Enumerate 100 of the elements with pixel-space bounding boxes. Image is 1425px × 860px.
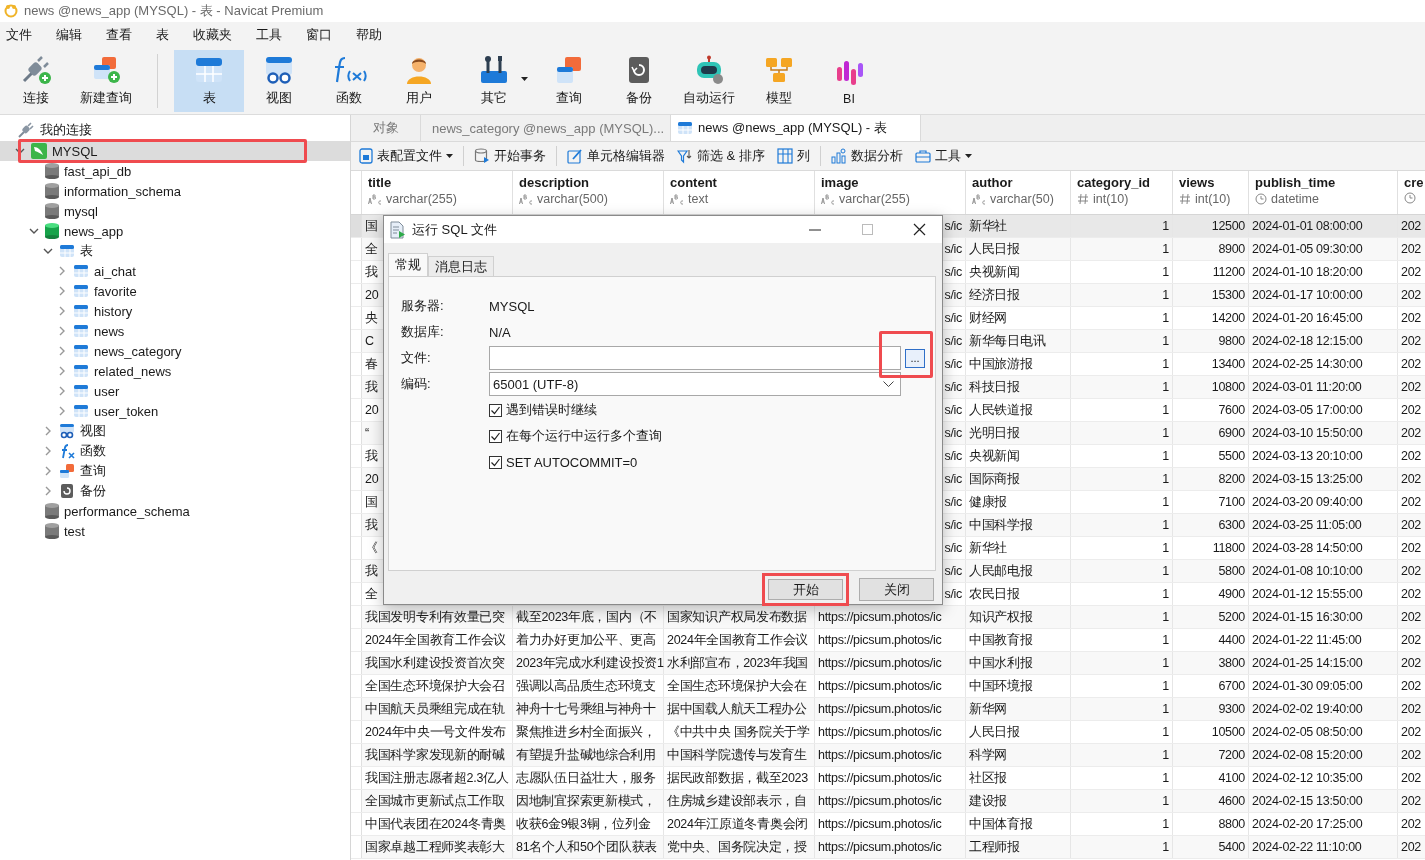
table-cell: 我国发明专利有效量已突 — [365, 608, 505, 626]
table-cell: 2024年江原道冬青奥会闭 — [667, 815, 808, 833]
table-cell: 9800 — [1218, 334, 1245, 348]
table-cell: s/ic — [944, 587, 962, 601]
table-cell: 国际商报 — [969, 470, 1020, 488]
table-cell: 13400 — [1211, 357, 1245, 371]
table-cell: 202 — [1401, 518, 1421, 532]
table-cell: https://picsum.photos/ic — [818, 817, 942, 831]
table-cell: 10800 — [1211, 380, 1245, 394]
table-cell: 2024-01-17 10:00:00 — [1252, 288, 1363, 302]
table-cell: 2024-01-25 14:15:00 — [1252, 656, 1363, 670]
table-cell: 8200 — [1218, 472, 1245, 486]
table-cell: 强调以高品质生态环境支 — [516, 677, 656, 695]
table-cell: 2024-02-22 11:10:00 — [1252, 840, 1362, 854]
field-value: MYSQL — [489, 298, 535, 314]
window-title: news @news_app (MYSQL) - 表 - Navicat Premium — [24, 2, 324, 20]
table-cell: 1 — [1162, 794, 1169, 808]
table-cell: 工程师报 — [969, 838, 1020, 856]
table-cell: https://picsum.photos/ic — [818, 702, 942, 716]
table-cell: 10500 — [1211, 725, 1245, 739]
table-cell: 全国城市更新试点工作取 — [365, 792, 505, 810]
table-cell: 志愿队伍日益壮大，服务 — [516, 769, 656, 787]
table-cell: 国家知识产权局发布数据 — [667, 608, 807, 626]
table-cell: 新华每日电讯 — [969, 332, 1046, 350]
table-cell: 202 — [1401, 702, 1421, 716]
table-cell: 4600 — [1218, 794, 1245, 808]
table-cell: 202 — [1401, 748, 1421, 762]
table-cell: 中国教育报 — [969, 631, 1033, 649]
table-cell: 6900 — [1218, 426, 1245, 440]
sidebar-header: 我的连接 — [40, 121, 92, 139]
table-cell: 新华社 — [969, 217, 1008, 235]
field-label: 编码: — [401, 375, 432, 393]
table-cell: 202 — [1401, 242, 1421, 256]
table-cell: 科技日报 — [969, 378, 1020, 396]
table-cell: 1 — [1162, 403, 1169, 417]
table-cell: 中国旅游报 — [969, 355, 1033, 373]
table-cell: 国 — [365, 493, 378, 511]
table-cell: 202 — [1401, 403, 1421, 417]
table-cell: 1 — [1162, 518, 1169, 532]
table-cell: 1 — [1162, 449, 1169, 463]
table-cell: 4900 — [1218, 587, 1245, 601]
table-cell: 14200 — [1211, 311, 1245, 325]
table-cell: 202 — [1401, 495, 1421, 509]
table-cell: 社区报 — [969, 769, 1008, 787]
table-cell: 202 — [1401, 472, 1421, 486]
table-cell: 7600 — [1218, 403, 1245, 417]
table-cell: 1 — [1162, 840, 1169, 854]
table-cell: 人民邮电报 — [969, 562, 1033, 580]
table-cell: 1 — [1162, 748, 1169, 762]
table-cell: 2024-03-25 11:05:00 — [1252, 518, 1362, 532]
table-cell: 央视新闻 — [969, 447, 1020, 465]
table-cell: s/ic — [944, 265, 962, 279]
table-cell: 央 — [365, 309, 378, 327]
table-cell: 1 — [1162, 656, 1169, 670]
table-cell: 6700 — [1218, 679, 1245, 693]
field-value: N/A — [489, 324, 511, 340]
table-cell: 20 — [365, 288, 379, 302]
table-cell: s/ic — [944, 541, 962, 555]
table-cell: 健康报 — [969, 493, 1008, 511]
table-cell: 中国环境报 — [969, 677, 1033, 695]
table-cell: 8900 — [1218, 242, 1245, 256]
table-cell: s/ic — [944, 403, 962, 417]
table-cell: 9300 — [1218, 702, 1245, 716]
table-cell: 中国科学报 — [969, 516, 1033, 534]
table-cell: 2024-02-05 08:50:00 — [1252, 725, 1363, 739]
table-cell: 202 — [1401, 219, 1421, 233]
table-cell: 5200 — [1218, 610, 1245, 624]
table-cell: 2024-02-02 19:40:00 — [1252, 702, 1363, 716]
table-cell: 我 — [365, 516, 378, 534]
table-cell: 2024-03-05 17:00:00 — [1252, 403, 1363, 417]
field-label: 服务器: — [401, 297, 445, 315]
table-cell: 1 — [1162, 725, 1169, 739]
table-cell: 2024-02-20 17:25:00 — [1252, 817, 1363, 831]
table-cell: 人民日报 — [969, 240, 1020, 258]
table-cell: 2024-01-30 09:05:00 — [1252, 679, 1363, 693]
table-cell: 1 — [1162, 311, 1169, 325]
table-cell: https://picsum.photos/ic — [818, 771, 942, 785]
table-cell: s/ic — [944, 426, 962, 440]
table-cell: s/ic — [944, 380, 962, 394]
table-cell: 2024-01-08 10:10:00 — [1252, 564, 1363, 578]
table-cell: 1 — [1162, 334, 1169, 348]
table-cell: 中国航天员乘组完成在轨 — [365, 700, 505, 718]
table-cell: 1 — [1162, 610, 1169, 624]
table-cell: 4100 — [1218, 771, 1245, 785]
table-cell: 科学网 — [969, 746, 1008, 764]
table-cell: 1 — [1162, 564, 1169, 578]
table-cell: https://picsum.photos/ic — [818, 656, 942, 670]
table-cell: 1 — [1162, 219, 1169, 233]
table-cell: 1 — [1162, 495, 1169, 509]
table-cell: 202 — [1401, 794, 1421, 808]
table-cell: 2024-03-10 15:50:00 — [1252, 426, 1363, 440]
table-cell: https://picsum.photos/ic — [818, 633, 942, 647]
table-cell: C — [365, 334, 374, 348]
table-cell: 202 — [1401, 771, 1421, 785]
table-cell: 我 — [365, 562, 378, 580]
table-cell: s/ic — [944, 472, 962, 486]
table-cell: 2024-01-20 16:45:00 — [1252, 311, 1363, 325]
table-cell: 20 — [365, 472, 379, 486]
table-cell: https://picsum.photos/ic — [818, 725, 942, 739]
table-cell: 2024-02-25 14:30:00 — [1252, 357, 1363, 371]
